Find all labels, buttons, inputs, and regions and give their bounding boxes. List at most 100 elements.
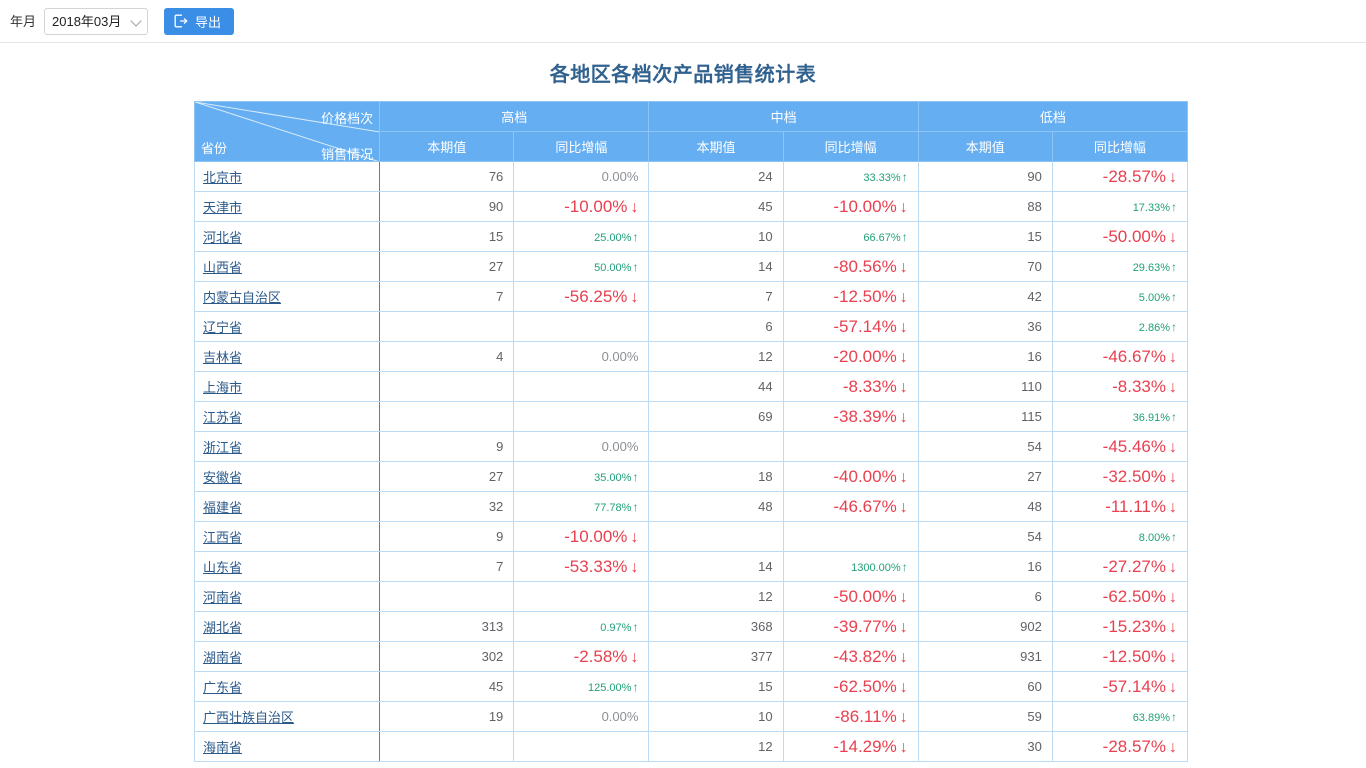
province-link[interactable]: 湖北省 <box>203 620 242 635</box>
province-link[interactable]: 广西壮族自治区 <box>203 710 294 725</box>
mid-tier-growth-value: 33.33%↑ <box>783 162 918 192</box>
mid-tier-current-value: 377 <box>649 642 783 672</box>
mid-tier-current-value: 6 <box>649 312 783 342</box>
province-link[interactable]: 湖南省 <box>203 650 242 665</box>
arrow-down-icon: ↓ <box>900 349 908 366</box>
page-title: 各地区各档次产品销售统计表 <box>0 58 1366 87</box>
period-select-value[interactable]: 2018年03月 <box>44 8 148 35</box>
low-tier-current-value: 16 <box>918 342 1052 372</box>
arrow-down-icon: ↓ <box>1169 439 1177 456</box>
arrow-down-icon: ↓ <box>900 619 908 636</box>
arrow-down-icon: ↓ <box>900 259 908 276</box>
low-tier-growth-value: 17.33%↑ <box>1052 192 1187 222</box>
province-link[interactable]: 海南省 <box>203 740 242 755</box>
province-link[interactable]: 安徽省 <box>203 470 242 485</box>
mid-tier-growth-value: 1300.00%↑ <box>783 552 918 582</box>
mid-tier-growth-value: -40.00%↓ <box>783 462 918 492</box>
province-link[interactable]: 上海市 <box>203 380 242 395</box>
arrow-down-icon: ↓ <box>1169 739 1177 756</box>
province-link[interactable]: 河北省 <box>203 230 242 245</box>
province-cell: 浙江省 <box>195 432 380 462</box>
mid-tier-current-value <box>649 432 783 462</box>
high-tier-growth-value <box>514 312 649 342</box>
high-tier-current-value <box>380 312 514 342</box>
mid-tier-current-value: 18 <box>649 462 783 492</box>
province-link[interactable]: 江西省 <box>203 530 242 545</box>
mid-tier-current-value: 7 <box>649 282 783 312</box>
high-tier-growth-value: 125.00%↑ <box>514 672 649 702</box>
low-tier-current-value: 90 <box>918 162 1052 192</box>
low-tier-current-value: 931 <box>918 642 1052 672</box>
province-link[interactable]: 天津市 <box>203 200 242 215</box>
arrow-down-icon: ↓ <box>1169 619 1177 636</box>
high-tier-current-value: 7 <box>380 282 514 312</box>
mid-tier-growth-value: -8.33%↓ <box>783 372 918 402</box>
arrow-up-icon: ↑ <box>632 260 638 274</box>
high-tier-current-value: 90 <box>380 192 514 222</box>
arrow-up-icon: ↑ <box>1171 200 1177 214</box>
low-tier-growth-value: -27.27%↓ <box>1052 552 1187 582</box>
header-corner-cell: 价格档次 销售情况 省份 <box>195 102 380 162</box>
mid-tier-current-value: 45 <box>649 192 783 222</box>
low-tier-current-value: 30 <box>918 732 1052 762</box>
low-tier-current-value: 110 <box>918 372 1052 402</box>
mid-tier-growth-value: -86.11%↓ <box>783 702 918 732</box>
province-link[interactable]: 河南省 <box>203 590 242 605</box>
high-tier-growth-value: -53.33%↓ <box>514 552 649 582</box>
arrow-down-icon: ↓ <box>630 289 638 306</box>
period-select[interactable]: 2018年03月 <box>44 8 148 35</box>
subheader-high-growth: 同比增幅 <box>514 132 649 162</box>
arrow-down-icon: ↓ <box>630 649 638 666</box>
province-link[interactable]: 江苏省 <box>203 410 242 425</box>
province-cell: 安徽省 <box>195 462 380 492</box>
high-tier-current-value: 9 <box>380 522 514 552</box>
high-tier-growth-value: -10.00%↓ <box>514 522 649 552</box>
province-cell: 北京市 <box>195 162 380 192</box>
export-button[interactable]: 导出 <box>164 8 234 35</box>
mid-tier-current-value: 368 <box>649 612 783 642</box>
table-row: 福建省3277.78%↑48-46.67%↓48-11.11%↓ <box>195 492 1188 522</box>
high-tier-growth-value: 25.00%↑ <box>514 222 649 252</box>
high-tier-current-value: 27 <box>380 252 514 282</box>
low-tier-growth-value: -57.14%↓ <box>1052 672 1187 702</box>
province-cell: 广东省 <box>195 672 380 702</box>
high-tier-growth-value <box>514 402 649 432</box>
table-row: 山西省2750.00%↑14-80.56%↓7029.63%↑ <box>195 252 1188 282</box>
province-link[interactable]: 辽宁省 <box>203 320 242 335</box>
low-tier-growth-value: -12.50%↓ <box>1052 642 1187 672</box>
province-link[interactable]: 山东省 <box>203 560 242 575</box>
mid-tier-growth-value: -12.50%↓ <box>783 282 918 312</box>
province-link[interactable]: 山西省 <box>203 260 242 275</box>
table-row: 海南省12-14.29%↓30-28.57%↓ <box>195 732 1188 762</box>
mid-tier-current-value: 10 <box>649 702 783 732</box>
mid-tier-growth-value: 66.67%↑ <box>783 222 918 252</box>
subheader-low-current: 本期值 <box>918 132 1052 162</box>
province-link[interactable]: 北京市 <box>203 170 242 185</box>
arrow-down-icon: ↓ <box>900 589 908 606</box>
period-label: 年月 <box>10 15 36 28</box>
province-cell: 福建省 <box>195 492 380 522</box>
mid-tier-growth-value: -80.56%↓ <box>783 252 918 282</box>
mid-tier-current-value: 15 <box>649 672 783 702</box>
high-tier-current-value: 45 <box>380 672 514 702</box>
arrow-down-icon: ↓ <box>1169 349 1177 366</box>
low-tier-growth-value: -32.50%↓ <box>1052 462 1187 492</box>
low-tier-current-value: 16 <box>918 552 1052 582</box>
province-link[interactable]: 广东省 <box>203 680 242 695</box>
province-link[interactable]: 浙江省 <box>203 440 242 455</box>
low-tier-growth-value: -15.23%↓ <box>1052 612 1187 642</box>
arrow-down-icon: ↓ <box>1169 589 1177 606</box>
mid-tier-growth-value: -57.14%↓ <box>783 312 918 342</box>
province-link[interactable]: 吉林省 <box>203 350 242 365</box>
corner-label-province: 省份 <box>201 138 227 157</box>
province-link[interactable]: 福建省 <box>203 500 242 515</box>
mid-tier-current-value: 48 <box>649 492 783 522</box>
mid-tier-growth-value: -10.00%↓ <box>783 192 918 222</box>
mid-tier-current-value: 12 <box>649 732 783 762</box>
mid-tier-growth-value: -62.50%↓ <box>783 672 918 702</box>
high-tier-current-value <box>380 582 514 612</box>
mid-tier-growth-value: -14.29%↓ <box>783 732 918 762</box>
high-tier-growth-value: 77.78%↑ <box>514 492 649 522</box>
arrow-down-icon: ↓ <box>1169 679 1177 696</box>
province-link[interactable]: 内蒙古自治区 <box>203 290 281 305</box>
